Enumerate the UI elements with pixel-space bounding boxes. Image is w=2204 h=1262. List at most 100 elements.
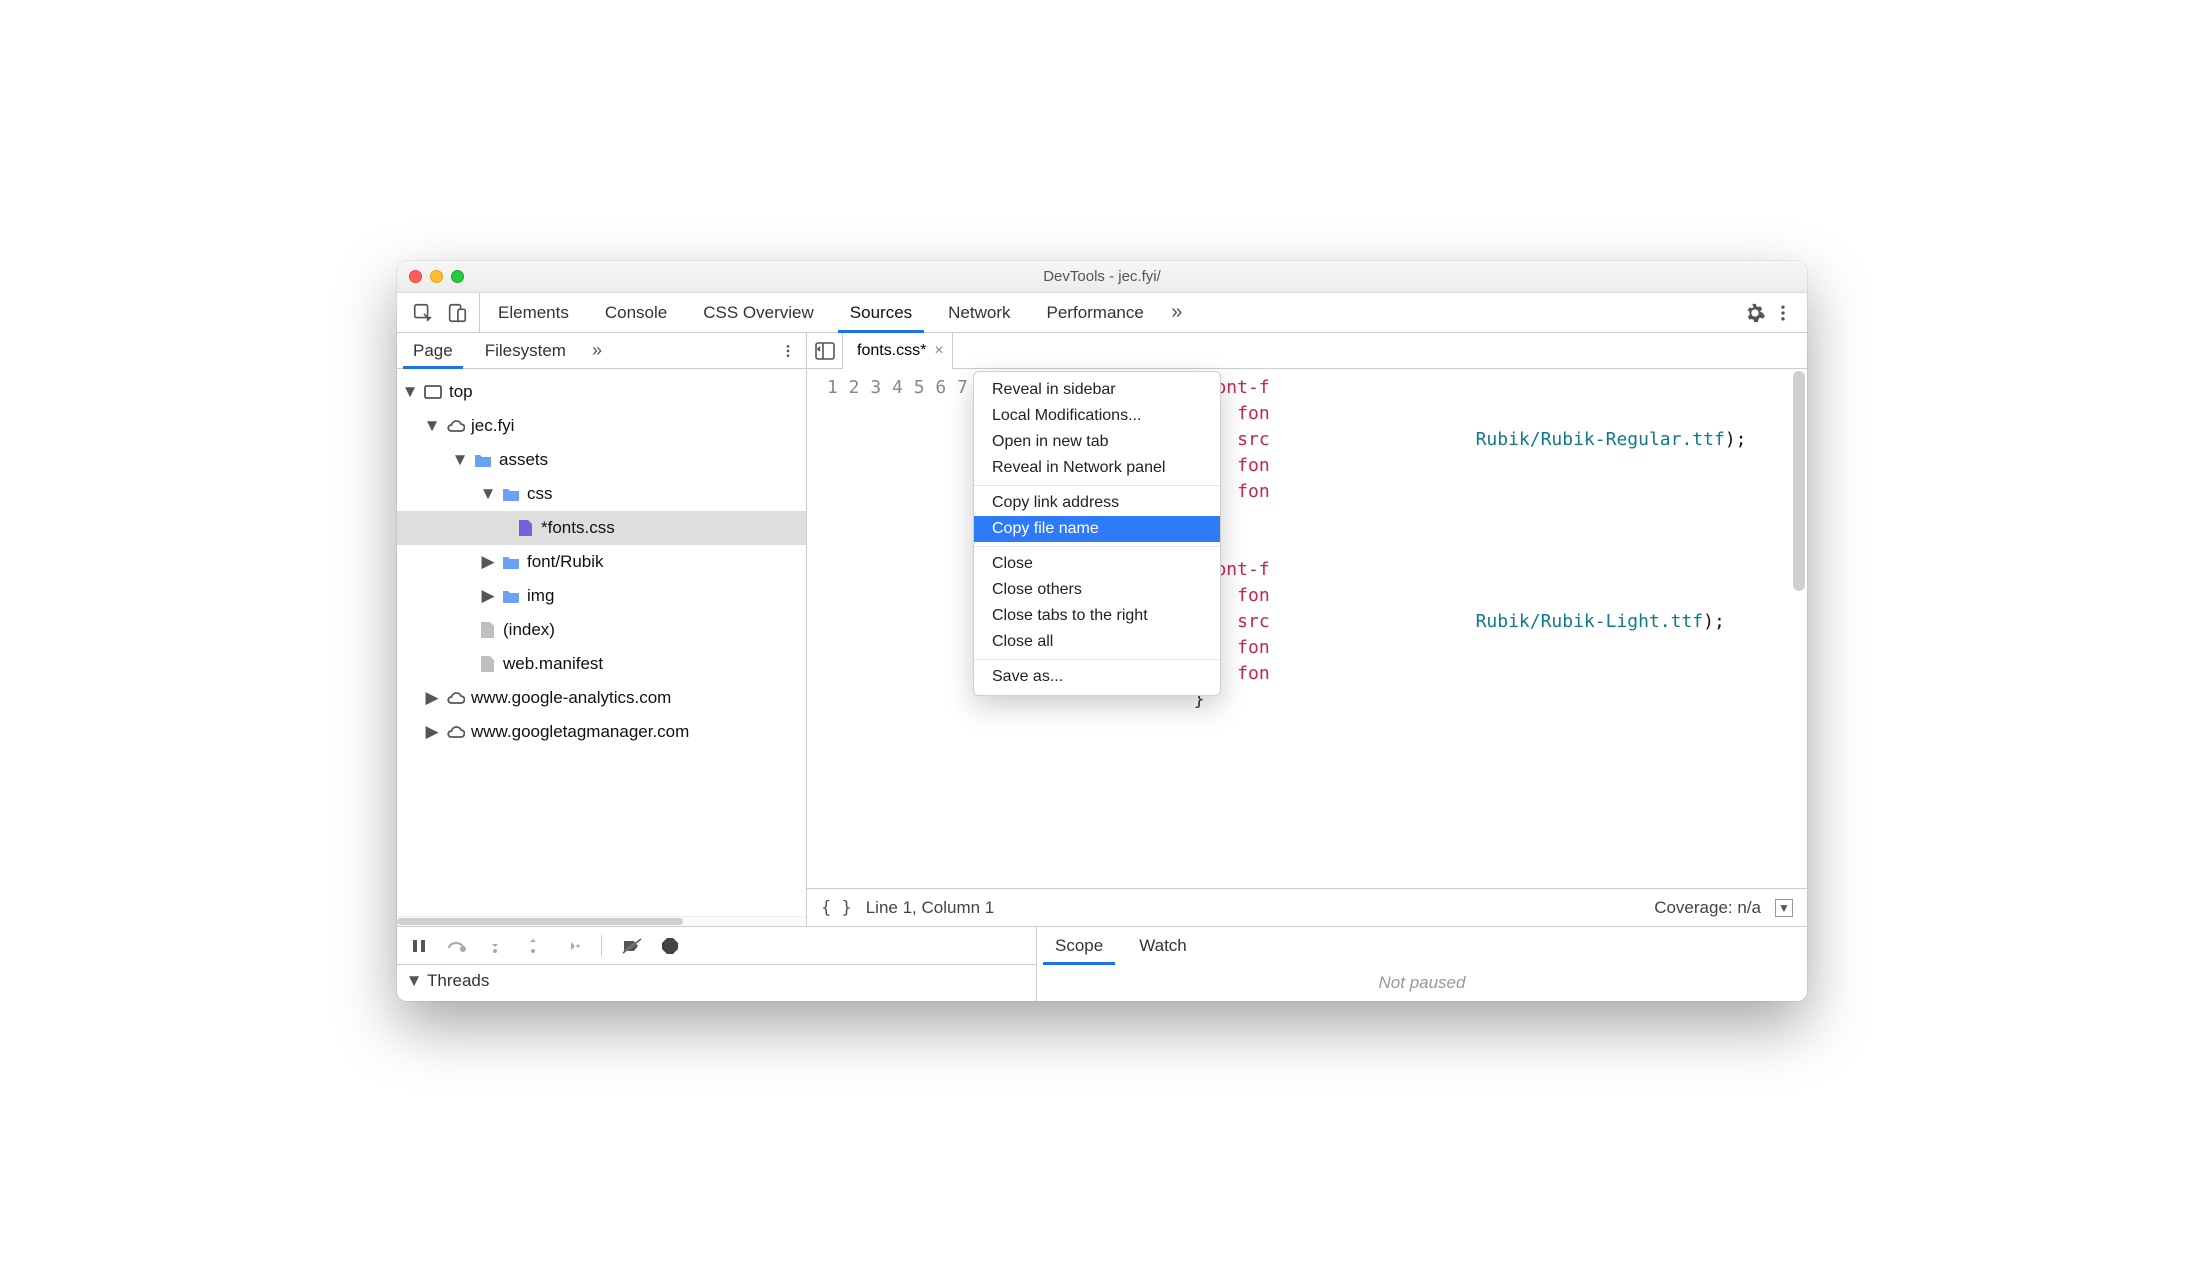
context-menu-item[interactable]: Save as... bbox=[974, 664, 1220, 690]
sidebar-tab-page[interactable]: Page bbox=[397, 333, 469, 368]
coverage-label: Coverage: n/a bbox=[1654, 898, 1761, 918]
tree-file-fonts-css[interactable]: *fonts.css bbox=[397, 511, 806, 545]
sidebar-tabs: Page Filesystem » bbox=[397, 333, 806, 369]
tree-label: www.google-analytics.com bbox=[471, 688, 671, 708]
sidebar-tab-filesystem[interactable]: Filesystem bbox=[469, 333, 582, 368]
context-menu-item[interactable]: Close tabs to the right bbox=[974, 603, 1220, 629]
caret-down-icon: ▼ bbox=[407, 971, 421, 991]
tab-css-overview[interactable]: CSS Overview bbox=[685, 293, 832, 332]
tree-label: (index) bbox=[503, 620, 555, 640]
tree-label: assets bbox=[499, 450, 548, 470]
step-over-icon[interactable] bbox=[445, 934, 469, 958]
caret-down-icon: ▼ bbox=[453, 450, 467, 470]
editor-tab-fonts-css[interactable]: fonts.css* × bbox=[843, 333, 953, 369]
tab-network[interactable]: Network bbox=[930, 293, 1028, 332]
scope-body: Not paused bbox=[1037, 964, 1807, 1001]
folder-icon bbox=[501, 552, 521, 572]
folder-icon bbox=[501, 484, 521, 504]
scope-watch-panel: Scope Watch Not paused bbox=[1037, 926, 1807, 1001]
code-editor[interactable]: 1 2 3 4 5 6 7 8 9 10 11 12 13 14 @font-f… bbox=[807, 369, 1807, 888]
tab-watch[interactable]: Watch bbox=[1121, 927, 1205, 964]
main-toolbar: Elements Console CSS Overview Sources Ne… bbox=[397, 293, 1807, 333]
kebab-menu-icon[interactable] bbox=[1769, 300, 1797, 326]
sidebar-kebab-icon[interactable] bbox=[770, 343, 806, 359]
window-title: DevTools - jec.fyi/ bbox=[397, 268, 1807, 285]
context-menu-item[interactable]: Copy link address bbox=[974, 490, 1220, 516]
context-menu-item[interactable]: Copy file name bbox=[974, 516, 1220, 542]
context-menu-item[interactable]: Reveal in sidebar bbox=[974, 377, 1220, 403]
context-menu-item[interactable]: Local Modifications... bbox=[974, 403, 1220, 429]
tree-domain-ext-0[interactable]: ▶ www.google-analytics.com bbox=[397, 681, 806, 715]
tree-folder-assets[interactable]: ▼ assets bbox=[397, 443, 806, 477]
tree-label: jec.fyi bbox=[471, 416, 514, 436]
tree-top[interactable]: ▼ top bbox=[397, 375, 806, 409]
settings-gear-icon[interactable] bbox=[1741, 300, 1769, 326]
tree-folder-img[interactable]: ▶ img bbox=[397, 579, 806, 613]
cursor-position: Line 1, Column 1 bbox=[866, 898, 995, 918]
deactivate-breakpoints-icon[interactable] bbox=[620, 934, 644, 958]
editor-tabs: fonts.css* × bbox=[807, 333, 1807, 369]
tab-elements[interactable]: Elements bbox=[480, 293, 587, 332]
sidebar-horizontal-scrollbar[interactable] bbox=[397, 916, 806, 926]
navigator-toggle-icon[interactable] bbox=[807, 333, 843, 369]
folder-icon bbox=[501, 586, 521, 606]
editor-vertical-scrollbar[interactable] bbox=[1793, 369, 1805, 888]
tree-file-index[interactable]: (index) bbox=[397, 613, 806, 647]
pause-on-exceptions-icon[interactable] bbox=[658, 934, 682, 958]
sources-sidebar: Page Filesystem » ▼ top ▼ jec.fyi bbox=[397, 333, 807, 926]
editor-status-bar: { } Line 1, Column 1 Coverage: n/a ▼ bbox=[807, 888, 1807, 926]
editor-pane: fonts.css* × 1 2 3 4 5 6 7 8 9 10 11 12 … bbox=[807, 333, 1807, 926]
pretty-print-icon[interactable]: { } bbox=[821, 898, 852, 918]
tree-folder-css[interactable]: ▼ css bbox=[397, 477, 806, 511]
file-css-icon bbox=[515, 518, 535, 538]
editor-tab-label: fonts.css* bbox=[857, 342, 926, 360]
threads-section[interactable]: ▼ Threads bbox=[397, 964, 1036, 996]
caret-down-icon: ▼ bbox=[425, 416, 439, 436]
context-menu-item[interactable]: Close bbox=[974, 551, 1220, 577]
debugger-controls bbox=[397, 926, 1036, 964]
device-toggle-icon[interactable] bbox=[443, 300, 471, 326]
step-into-icon[interactable] bbox=[483, 934, 507, 958]
cloud-icon bbox=[445, 688, 465, 708]
tree-label: *fonts.css bbox=[541, 518, 615, 538]
pause-button-icon[interactable] bbox=[407, 934, 431, 958]
tree-label: web.manifest bbox=[503, 654, 603, 674]
tree-folder-font[interactable]: ▶ font/Rubik bbox=[397, 545, 806, 579]
debugger-panel: ▼ Threads bbox=[397, 926, 1037, 1001]
coverage-dropdown-icon[interactable]: ▼ bbox=[1775, 899, 1793, 917]
bottom-panels: ▼ Threads Scope Watch Not paused bbox=[397, 926, 1807, 1001]
tree-label: top bbox=[449, 382, 473, 402]
inspect-element-icon[interactable] bbox=[409, 300, 437, 326]
tree-label: img bbox=[527, 586, 554, 606]
close-tab-icon[interactable]: × bbox=[934, 342, 943, 360]
caret-right-icon: ▶ bbox=[425, 722, 439, 742]
file-icon bbox=[477, 654, 497, 674]
tab-scope[interactable]: Scope bbox=[1037, 927, 1121, 964]
tree-file-manifest[interactable]: web.manifest bbox=[397, 647, 806, 681]
caret-down-icon: ▼ bbox=[481, 484, 495, 504]
cloud-icon bbox=[445, 722, 465, 742]
devtools-window: DevTools - jec.fyi/ Elements Console CSS… bbox=[397, 261, 1807, 1001]
tab-console[interactable]: Console bbox=[587, 293, 685, 332]
editor-tab-context-menu: Reveal in sidebarLocal Modifications...O… bbox=[973, 371, 1221, 696]
context-menu-item[interactable]: Open in new tab bbox=[974, 429, 1220, 455]
step-icon[interactable] bbox=[559, 934, 583, 958]
sidebar-tabs-overflow[interactable]: » bbox=[582, 340, 612, 361]
tree-domain[interactable]: ▼ jec.fyi bbox=[397, 409, 806, 443]
frame-icon bbox=[423, 382, 443, 402]
panel-tabs: Elements Console CSS Overview Sources Ne… bbox=[480, 293, 1192, 332]
tree-domain-ext-1[interactable]: ▶ www.googletagmanager.com bbox=[397, 715, 806, 749]
context-menu-item[interactable]: Close others bbox=[974, 577, 1220, 603]
tree-label: css bbox=[527, 484, 553, 504]
context-menu-item[interactable]: Reveal in Network panel bbox=[974, 455, 1220, 481]
folder-icon bbox=[473, 450, 493, 470]
tabs-overflow-button[interactable]: » bbox=[1162, 301, 1192, 324]
context-menu-item[interactable]: Close all bbox=[974, 629, 1220, 655]
step-out-icon[interactable] bbox=[521, 934, 545, 958]
tab-sources[interactable]: Sources bbox=[832, 293, 930, 332]
caret-right-icon: ▶ bbox=[481, 586, 495, 606]
cloud-icon bbox=[445, 416, 465, 436]
tab-performance[interactable]: Performance bbox=[1029, 293, 1162, 332]
caret-down-icon: ▼ bbox=[403, 382, 417, 402]
navigator-tree: ▼ top ▼ jec.fyi ▼ assets ▼ css bbox=[397, 369, 806, 916]
